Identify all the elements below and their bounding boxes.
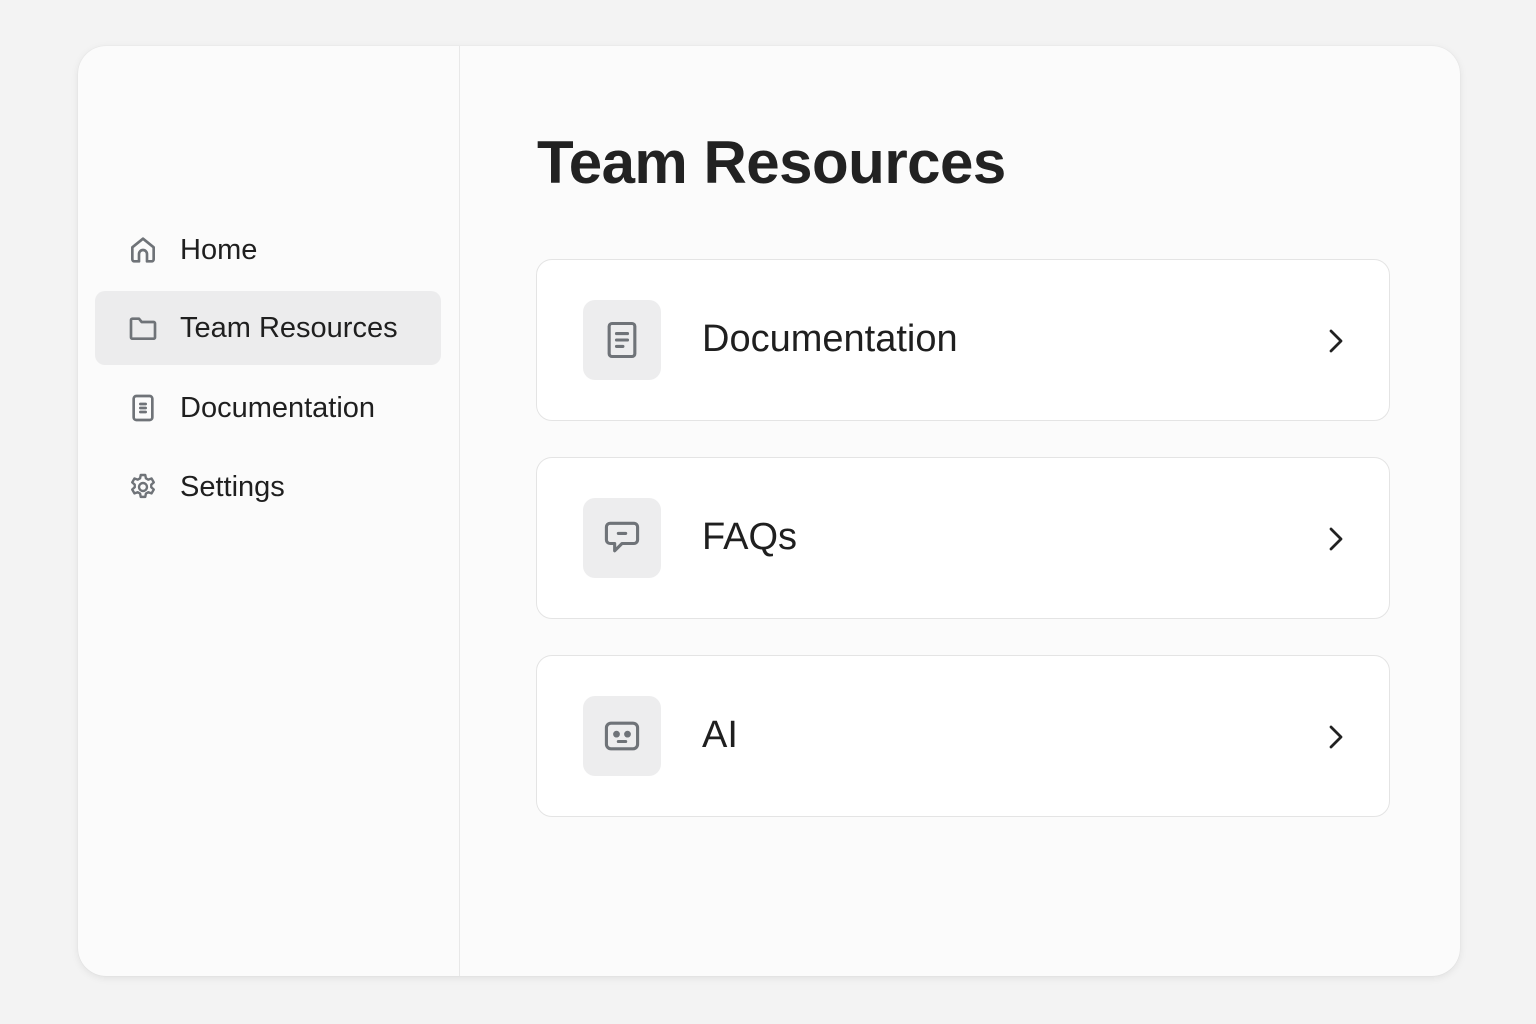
sidebar: Home Team Resources Documentation Settin… bbox=[78, 46, 460, 976]
main-content: Team Resources Documentation FAQs AI bbox=[460, 46, 1460, 976]
card-label: AI bbox=[702, 714, 738, 756]
sidebar-item-documentation[interactable]: Documentation bbox=[95, 371, 441, 445]
sidebar-item-settings[interactable]: Settings bbox=[95, 450, 441, 524]
chevron-right-icon bbox=[1329, 329, 1343, 353]
card-label: Documentation bbox=[702, 318, 958, 360]
home-icon bbox=[131, 237, 155, 263]
folder-icon bbox=[129, 317, 157, 340]
sidebar-item-label: Settings bbox=[180, 470, 285, 503]
document-icon bbox=[607, 321, 637, 359]
card-label: FAQs bbox=[702, 516, 798, 558]
chevron-right-icon bbox=[1329, 527, 1343, 551]
sidebar-item-label: Documentation bbox=[180, 391, 376, 424]
sidebar-item-label: Team Resources bbox=[180, 311, 398, 344]
resource-card-ai[interactable]: AI bbox=[536, 655, 1390, 817]
icon-box bbox=[583, 300, 661, 380]
icon-box bbox=[583, 696, 661, 776]
page-title: Team Resources bbox=[537, 129, 1006, 196]
document-icon bbox=[132, 394, 154, 422]
chat-bubble-icon bbox=[604, 521, 640, 553]
sidebar-item-home[interactable]: Home bbox=[95, 213, 441, 287]
app-window: Home Team Resources Documentation Settin… bbox=[78, 46, 1460, 976]
robot-icon bbox=[604, 721, 640, 751]
icon-box bbox=[583, 498, 661, 578]
resource-card-documentation[interactable]: Documentation bbox=[536, 259, 1390, 421]
sidebar-item-team-resources[interactable]: Team Resources bbox=[95, 291, 441, 365]
resource-card-faqs[interactable]: FAQs bbox=[536, 457, 1390, 619]
chevron-right-icon bbox=[1329, 725, 1343, 749]
gear-icon bbox=[131, 473, 155, 499]
sidebar-item-label: Home bbox=[180, 233, 258, 266]
